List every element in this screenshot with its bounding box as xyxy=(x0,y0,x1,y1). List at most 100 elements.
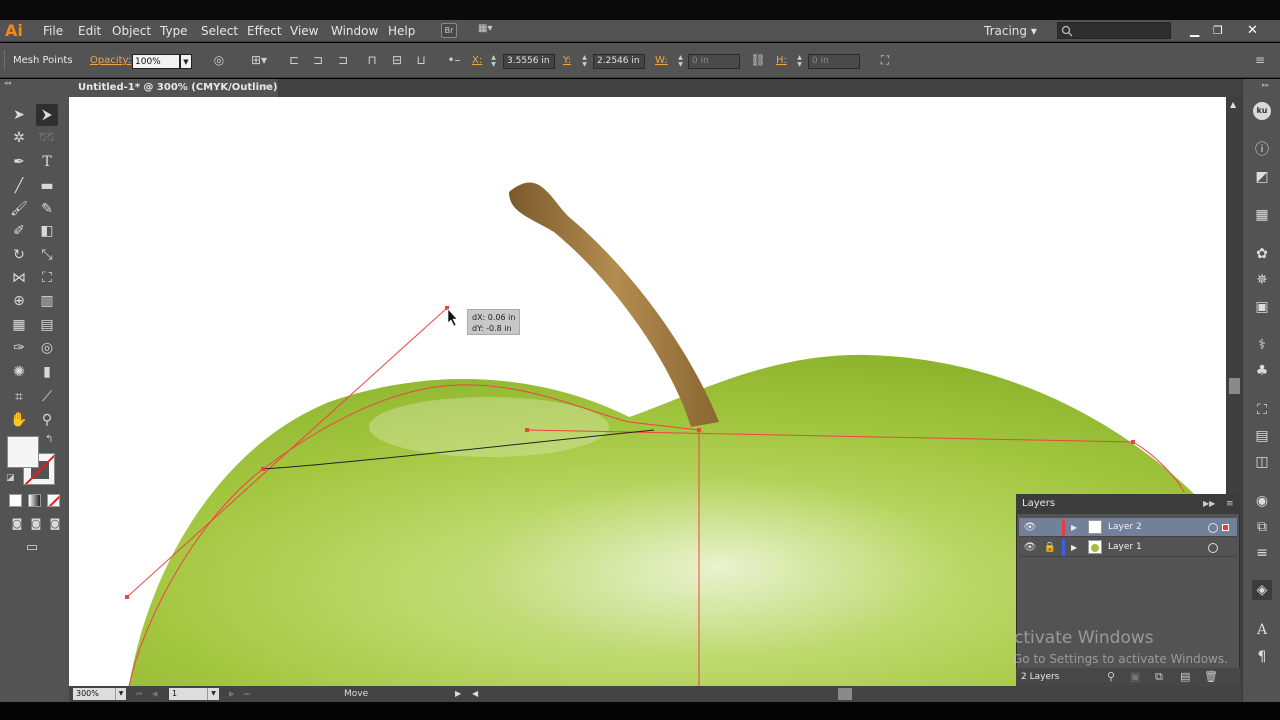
next-artboard-icon[interactable]: ▶ xyxy=(229,688,234,700)
selection-tool-icon[interactable]: ➤ xyxy=(8,104,30,126)
align-left-icon[interactable]: ⊏ xyxy=(286,52,302,68)
search-input[interactable] xyxy=(1057,22,1171,39)
isolate-icon[interactable]: ⛶ xyxy=(877,52,893,68)
stroke-icon[interactable]: ◉ xyxy=(1252,491,1272,511)
lock-icon[interactable]: 🔒 xyxy=(1043,538,1057,557)
fill-swatch[interactable] xyxy=(7,436,39,468)
swap-fill-stroke-icon[interactable]: ↰ xyxy=(45,434,53,445)
h-stepper[interactable]: ▲ ▼ xyxy=(795,54,804,69)
new-sublayer-icon[interactable]: ⧉ xyxy=(1155,668,1163,686)
align-icon[interactable]: ▤ xyxy=(1252,426,1272,446)
artboard-dropdown[interactable]: ▼ xyxy=(207,688,219,700)
expand-arrow-icon[interactable]: ▶ xyxy=(1071,518,1077,537)
vertical-scroll-thumb[interactable] xyxy=(1229,378,1240,394)
artboard-number-input[interactable]: 1 xyxy=(169,688,207,700)
zoom-input[interactable]: 300% xyxy=(73,688,115,700)
eraser-tool-icon[interactable]: ◧ xyxy=(36,220,58,242)
menu-effect[interactable]: Effect xyxy=(247,20,282,42)
y-input[interactable]: 2.2546 in xyxy=(593,54,645,69)
layer-name[interactable]: Layer 2 xyxy=(1108,518,1142,537)
shape-builder-tool-icon[interactable]: ⊕ xyxy=(8,290,30,312)
align-bottom-icon[interactable]: ⊔ xyxy=(413,52,429,68)
layers-icon[interactable]: ◈ xyxy=(1252,580,1272,600)
pathfinder-icon[interactable]: ◫ xyxy=(1252,452,1272,472)
menu-file[interactable]: File xyxy=(43,20,63,42)
gradient-icon[interactable]: ◩ xyxy=(1252,167,1272,187)
recolor-icon[interactable]: ◎ xyxy=(211,52,227,68)
gradient-mode-icon[interactable] xyxy=(28,494,41,507)
swatches-icon[interactable]: ✿ xyxy=(1252,244,1272,264)
target-circle-icon[interactable] xyxy=(1208,543,1218,553)
artboard-tool-icon[interactable]: ⌗ xyxy=(8,386,30,408)
status-menu-icon[interactable]: ▶ xyxy=(455,686,461,702)
x-stepper[interactable]: ▲ ▼ xyxy=(489,54,498,69)
restore-button[interactable]: ❐ xyxy=(1213,20,1227,42)
symbols-icon[interactable]: ▣ xyxy=(1252,297,1272,317)
panel-collapse-icon[interactable]: ▶▶ xyxy=(1203,494,1215,514)
align-right-icon[interactable]: ⊐ xyxy=(335,52,351,68)
scroll-left-icon[interactable]: ◀ xyxy=(472,686,478,702)
new-layer-icon[interactable]: ▤ xyxy=(1180,668,1190,686)
first-artboard-icon[interactable]: ⏮ xyxy=(136,688,142,700)
character-icon[interactable]: A xyxy=(1252,620,1272,640)
bridge-button[interactable]: Br xyxy=(441,23,457,38)
screen-mode-icon[interactable]: ▭ xyxy=(21,537,43,559)
prev-artboard-icon[interactable]: ◀ xyxy=(152,688,157,700)
menu-edit[interactable]: Edit xyxy=(78,20,101,42)
menu-view[interactable]: View xyxy=(290,20,318,42)
artboards-icon[interactable]: ⧉ xyxy=(1252,517,1272,537)
column-graph-tool-icon[interactable]: ▮ xyxy=(36,361,58,383)
width-tool-icon[interactable]: ⋈ xyxy=(8,267,30,289)
draw-inside-icon[interactable]: ◙ xyxy=(44,513,66,535)
perspective-grid-tool-icon[interactable]: ▥ xyxy=(36,290,58,312)
menu-window[interactable]: Window xyxy=(331,20,378,42)
last-artboard-icon[interactable]: ⏭ xyxy=(244,688,250,700)
color-mode-icon[interactable] xyxy=(9,494,22,507)
expand-arrow-icon[interactable]: ▶ xyxy=(1071,538,1077,557)
direct-selection-tool-icon[interactable]: ⮞ xyxy=(36,104,58,126)
x-input[interactable]: 3.5556 in xyxy=(503,54,555,69)
panel-menu-icon[interactable]: ≡ xyxy=(1226,494,1234,514)
pen-tool-icon[interactable]: ✒ xyxy=(8,151,30,173)
eyedropper-tool-icon[interactable]: ✑ xyxy=(8,337,30,359)
delete-layer-icon[interactable]: 🗑 xyxy=(1204,668,1218,686)
line-tool-icon[interactable]: ╱ xyxy=(8,175,30,197)
info-icon[interactable]: ⓘ xyxy=(1252,140,1272,160)
pencil-tool-icon[interactable]: ✎ xyxy=(36,198,58,220)
dock-collapse-icon[interactable]: ▸▸ xyxy=(1262,81,1269,89)
menu-object[interactable]: Object xyxy=(112,20,151,42)
reference-point-icon[interactable]: •– xyxy=(446,52,462,68)
align-vcenter-icon[interactable]: ⊟ xyxy=(389,52,405,68)
gradient-tool-icon[interactable]: ▤ xyxy=(36,314,58,336)
transform-icon[interactable]: ⛶ xyxy=(1252,400,1272,420)
close-tab-icon[interactable]: × xyxy=(263,79,271,97)
visibility-eye-icon[interactable]: 👁 xyxy=(1023,538,1037,557)
rotate-tool-icon[interactable]: ↻ xyxy=(8,244,30,266)
align-to-icon[interactable]: ⊞▾ xyxy=(251,52,267,68)
visibility-eye-icon[interactable]: 👁 xyxy=(1023,518,1037,537)
document-tab[interactable]: Untitled-1* @ 300% (CMYK/Outline) xyxy=(69,79,279,97)
scale-tool-icon[interactable]: ⤡ xyxy=(36,244,58,266)
none-mode-icon[interactable] xyxy=(47,494,60,507)
blend-tool-icon[interactable]: ◎ xyxy=(36,337,58,359)
toolbox-collapse-icon[interactable]: ◂◂ xyxy=(4,79,24,87)
align-top-icon[interactable]: ⊓ xyxy=(364,52,380,68)
control-panel-menu-icon[interactable]: ≡ xyxy=(1252,52,1268,68)
menu-help[interactable]: Help xyxy=(388,20,415,42)
paintbrush-tool-icon[interactable]: 🖌 xyxy=(8,198,30,220)
constrain-link-icon[interactable]: ⛓ xyxy=(750,52,766,68)
clipping-mask-icon[interactable]: ▣ xyxy=(1130,668,1140,686)
align-hcenter-icon[interactable]: ⊐ xyxy=(310,52,326,68)
paragraph-icon[interactable]: ¶ xyxy=(1252,647,1272,667)
menu-select[interactable]: Select xyxy=(201,20,238,42)
close-button[interactable]: ✕ xyxy=(1247,20,1261,42)
type-tool-icon[interactable]: T xyxy=(36,151,58,173)
lasso-tool-icon[interactable]: ➿ xyxy=(36,127,58,149)
y-stepper[interactable]: ▲ ▼ xyxy=(580,54,589,69)
graphic-styles-icon[interactable]: ♣ xyxy=(1252,361,1272,381)
blob-brush-tool-icon[interactable]: ✐ xyxy=(8,220,30,242)
opacity-dropdown[interactable]: ▼ xyxy=(180,54,192,69)
symbol-sprayer-tool-icon[interactable]: ✺ xyxy=(8,361,30,383)
h-input[interactable]: 0 in xyxy=(808,54,860,69)
free-transform-tool-icon[interactable]: ⛶ xyxy=(36,267,58,289)
